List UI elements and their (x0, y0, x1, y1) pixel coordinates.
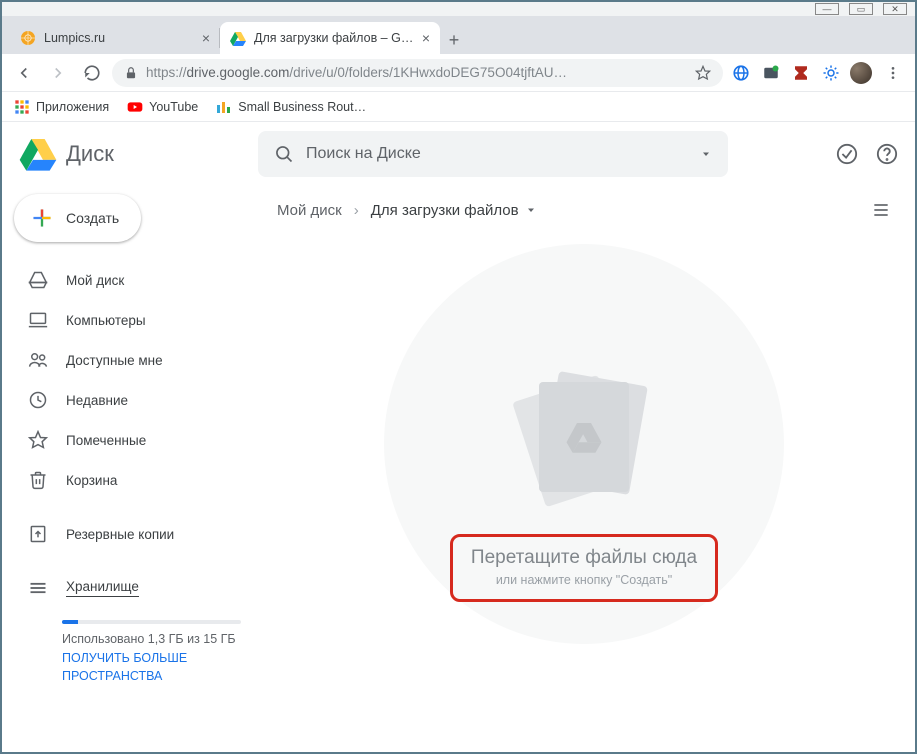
youtube-icon (127, 99, 143, 115)
url-text: https://drive.google.com/drive/u/0/folde… (146, 65, 687, 80)
nav-my-drive[interactable]: Мой диск (14, 260, 257, 300)
storage-section: Использовано 1,3 ГБ из 15 ГБ ПОЛУЧИТЬ БО… (14, 608, 257, 685)
address-bar[interactable]: https://drive.google.com/drive/u/0/folde… (112, 59, 723, 87)
ready-offline-icon[interactable] (835, 142, 859, 166)
nav-storage[interactable]: Хранилище (14, 568, 257, 608)
new-tab-button[interactable]: + (440, 26, 468, 54)
browser-toolbar: https://drive.google.com/drive/u/0/folde… (2, 54, 915, 92)
bookmark-apps[interactable]: Приложения (14, 99, 109, 115)
bookmark-youtube[interactable]: YouTube (127, 99, 198, 115)
search-icon (274, 144, 294, 164)
mydrive-icon (28, 270, 48, 290)
reload-button[interactable] (78, 59, 106, 87)
nav-shared[interactable]: Доступные мне (14, 340, 257, 380)
nav-label: Корзина (66, 473, 117, 488)
nav-backups[interactable]: Резервные копии (14, 514, 257, 554)
back-button[interactable] (10, 59, 38, 87)
computers-icon (28, 310, 48, 330)
empty-title: Перетащите файлы сюда (471, 547, 697, 569)
storage-bar (62, 620, 241, 624)
window-titlebar: — ▭ ✕ (2, 2, 915, 16)
apps-icon (14, 99, 30, 115)
tab-close-icon[interactable]: × (202, 30, 210, 46)
profile-avatar[interactable] (849, 61, 873, 85)
drive-logo[interactable]: Диск (18, 134, 248, 174)
storage-icon (28, 578, 48, 598)
window-close-button[interactable]: ✕ (883, 3, 907, 15)
search-options-icon[interactable] (700, 148, 712, 160)
list-view-icon[interactable] (871, 200, 891, 220)
tab-close-icon[interactable]: × (422, 30, 430, 46)
tab-label: Lumpics.ru (44, 31, 194, 45)
sidebar: Создать Мой диск Компьютеры Доступные мн… (2, 186, 257, 752)
drive-product-name: Диск (66, 141, 114, 167)
search-box[interactable]: Поиск на Диске (258, 131, 728, 177)
empty-files-illustration (509, 364, 659, 514)
star-icon (28, 430, 48, 450)
help-icon[interactable] (875, 142, 899, 166)
chevron-right-icon: › (354, 202, 359, 219)
browser-menu-button[interactable] (879, 59, 907, 87)
empty-callout: Перетащите файлы сюда или нажмите кнопку… (450, 534, 718, 602)
bookmarks-bar: Приложения YouTube Small Business Rout… (2, 92, 915, 122)
extension-icon[interactable] (759, 61, 783, 85)
create-label: Создать (66, 210, 119, 226)
backup-icon (28, 524, 48, 544)
star-icon[interactable] (695, 65, 711, 81)
favicon-icon (20, 30, 36, 46)
forward-button[interactable] (44, 59, 72, 87)
extension-icon[interactable] (789, 61, 813, 85)
nav-computers[interactable]: Компьютеры (14, 300, 257, 340)
recent-icon (28, 390, 48, 410)
search-placeholder: Поиск на Диске (306, 145, 421, 163)
storage-used-text: Использовано 1,3 ГБ из 15 ГБ (62, 632, 241, 646)
empty-folder-area[interactable]: Перетащите файлы сюда или нажмите кнопку… (257, 234, 911, 752)
create-button[interactable]: Создать (14, 194, 141, 242)
lock-icon (124, 66, 138, 80)
breadcrumb-root[interactable]: Мой диск (277, 202, 342, 219)
bookmark-label: Приложения (36, 100, 109, 114)
bookmark-label: Small Business Rout… (238, 100, 366, 114)
site-icon (216, 99, 232, 115)
nav-label: Компьютеры (66, 313, 146, 328)
browser-tab[interactable]: Lumpics.ru × (10, 22, 220, 54)
bookmark-item[interactable]: Small Business Rout… (216, 99, 366, 115)
browser-tab-active[interactable]: Для загрузки файлов – Google × (220, 22, 440, 54)
drive-logo-icon (18, 134, 58, 174)
browser-tabstrip: Lumpics.ru × Для загрузки файлов – Googl… (2, 16, 915, 54)
chevron-down-icon (525, 204, 537, 216)
nav-label: Резервные копии (66, 527, 174, 542)
bookmark-label: YouTube (149, 100, 198, 114)
nav-label: Хранилище (66, 579, 139, 597)
plus-icon (28, 204, 56, 232)
breadcrumb-current[interactable]: Для загрузки файлов (371, 202, 537, 219)
nav-trash[interactable]: Корзина (14, 460, 257, 500)
tab-label: Для загрузки файлов – Google (254, 31, 414, 45)
drive-favicon-icon (230, 30, 246, 46)
nav-label: Мой диск (66, 273, 124, 288)
shared-icon (28, 350, 48, 370)
storage-upgrade-link[interactable]: ПОЛУЧИТЬ БОЛЬШЕ ПРОСТРАНСТВА (62, 650, 241, 685)
empty-subtitle: или нажмите кнопку "Создать" (471, 573, 697, 587)
extension-icon[interactable] (819, 61, 843, 85)
nav-label: Помеченные (66, 433, 146, 448)
nav-starred[interactable]: Помеченные (14, 420, 257, 460)
nav-label: Доступные мне (66, 353, 163, 368)
nav-recent[interactable]: Недавние (14, 380, 257, 420)
window-minimize-button[interactable]: — (815, 3, 839, 15)
nav-label: Недавние (66, 393, 128, 408)
trash-icon (28, 470, 48, 490)
main-panel: Мой диск › Для загрузки файлов (257, 186, 915, 752)
drive-body: Создать Мой диск Компьютеры Доступные мн… (2, 186, 915, 752)
breadcrumb: Мой диск › Для загрузки файлов (257, 186, 911, 234)
drive-header: Диск Поиск на Диске (2, 122, 915, 186)
window-maximize-button[interactable]: ▭ (849, 3, 873, 15)
extension-icon[interactable] (729, 61, 753, 85)
